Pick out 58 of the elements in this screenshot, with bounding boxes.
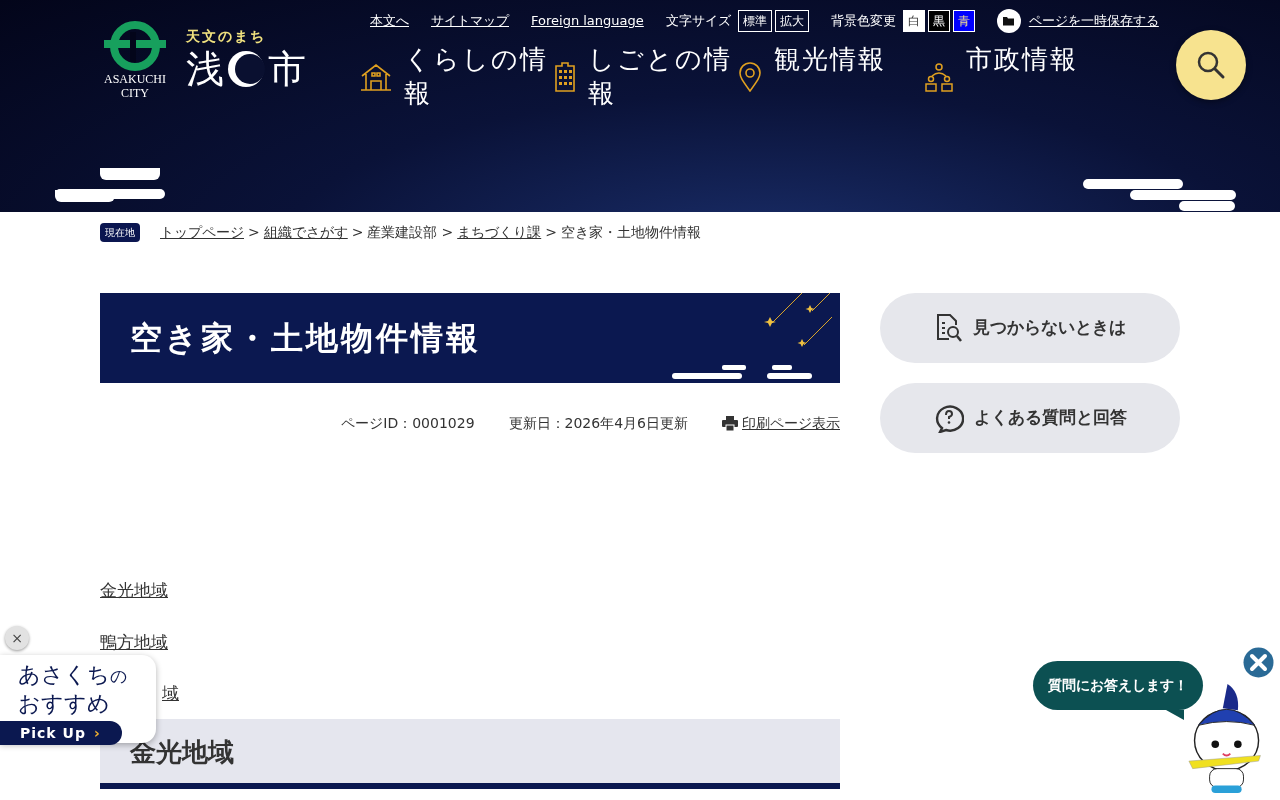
- people-icon: [924, 62, 954, 92]
- breadcrumb-separator: >: [545, 223, 557, 240]
- breadcrumb-text: 空き家・土地物件情報: [560, 223, 701, 240]
- utility-link[interactable]: サイトマップ: [431, 11, 509, 31]
- nav-link[interactable]: くらしの情報: [360, 42, 554, 110]
- print-link[interactable]: 印刷ページ表示: [742, 413, 840, 434]
- pickup-button[interactable]: Pick Up ›: [0, 721, 122, 745]
- breadcrumb-link[interactable]: トップページ: [160, 223, 244, 240]
- folder-icon: [996, 9, 1021, 33]
- cloud-decoration: [100, 168, 160, 180]
- moon-icon: [226, 49, 266, 89]
- city-emblem-icon: [102, 20, 168, 72]
- background-color-button[interactable]: 青: [952, 10, 975, 32]
- map-pin-icon: [738, 62, 762, 92]
- breadcrumb-text: 産業建設部: [367, 223, 438, 240]
- logo-text: 浅: [186, 47, 224, 91]
- speech-tail-icon: [1166, 710, 1184, 720]
- updated-date: 更新日：2026年4月6日更新: [508, 414, 688, 433]
- location-badge: 現在地: [100, 222, 140, 242]
- building-icon: [554, 62, 576, 92]
- side-button[interactable]: よくある質問と回答: [880, 383, 1180, 453]
- utility-link[interactable]: 本文へ: [370, 11, 409, 31]
- background-color-label: 背景色変更: [830, 12, 896, 31]
- font-size-button[interactable]: 拡大: [774, 10, 809, 32]
- breadcrumb-separator: >: [441, 223, 454, 240]
- breadcrumb-separator: >: [351, 223, 364, 240]
- document-search-icon: [934, 313, 963, 343]
- page-title: 空き家・土地物件情報: [130, 318, 481, 358]
- anchor-link[interactable]: 金光地域: [100, 578, 168, 604]
- utility-link[interactable]: Foreign language: [531, 11, 644, 31]
- side-button[interactable]: 見つからないときは: [880, 293, 1180, 363]
- nav-link[interactable]: 観光情報: [738, 42, 924, 110]
- close-button[interactable]: ×: [5, 626, 29, 650]
- search-icon: [1196, 50, 1226, 80]
- breadcrumb-link[interactable]: まちづくり課: [457, 223, 542, 240]
- nav-link[interactable]: しごとの情報: [554, 42, 738, 110]
- close-button[interactable]: [1243, 647, 1274, 678]
- background-color-button[interactable]: 黒: [927, 10, 950, 32]
- save-page-link[interactable]: ページを一時保存する: [1028, 11, 1159, 31]
- breadcrumb-separator: >: [248, 223, 260, 240]
- background-color-button[interactable]: 白: [902, 10, 925, 32]
- pickup-title: あさくちの: [18, 662, 127, 687]
- logo-tagline: 天文のまち: [186, 27, 267, 46]
- pickup-title: おすすめ: [18, 691, 110, 716]
- anchor-link[interactable]: 域: [162, 681, 179, 707]
- anchor-link[interactable]: 鴨方地域: [100, 629, 168, 655]
- question-bubble-icon: [933, 403, 964, 433]
- city-english-name: ASAKUCHI CITY: [104, 72, 166, 100]
- breadcrumb-link[interactable]: 組織でさがす: [263, 223, 348, 240]
- speech-bubble[interactable]: 質問にお答えします！: [1033, 661, 1203, 710]
- section-heading: 金光地域: [130, 736, 234, 768]
- font-size-button[interactable]: 標準: [737, 10, 772, 32]
- printer-icon: [722, 416, 738, 431]
- logo-text: 市: [268, 47, 306, 91]
- page-id: ページID：0001029: [341, 414, 475, 433]
- nav-link[interactable]: 市政情報: [924, 42, 1116, 110]
- house-icon: [360, 62, 392, 92]
- font-size-label: 文字サイズ: [665, 12, 731, 31]
